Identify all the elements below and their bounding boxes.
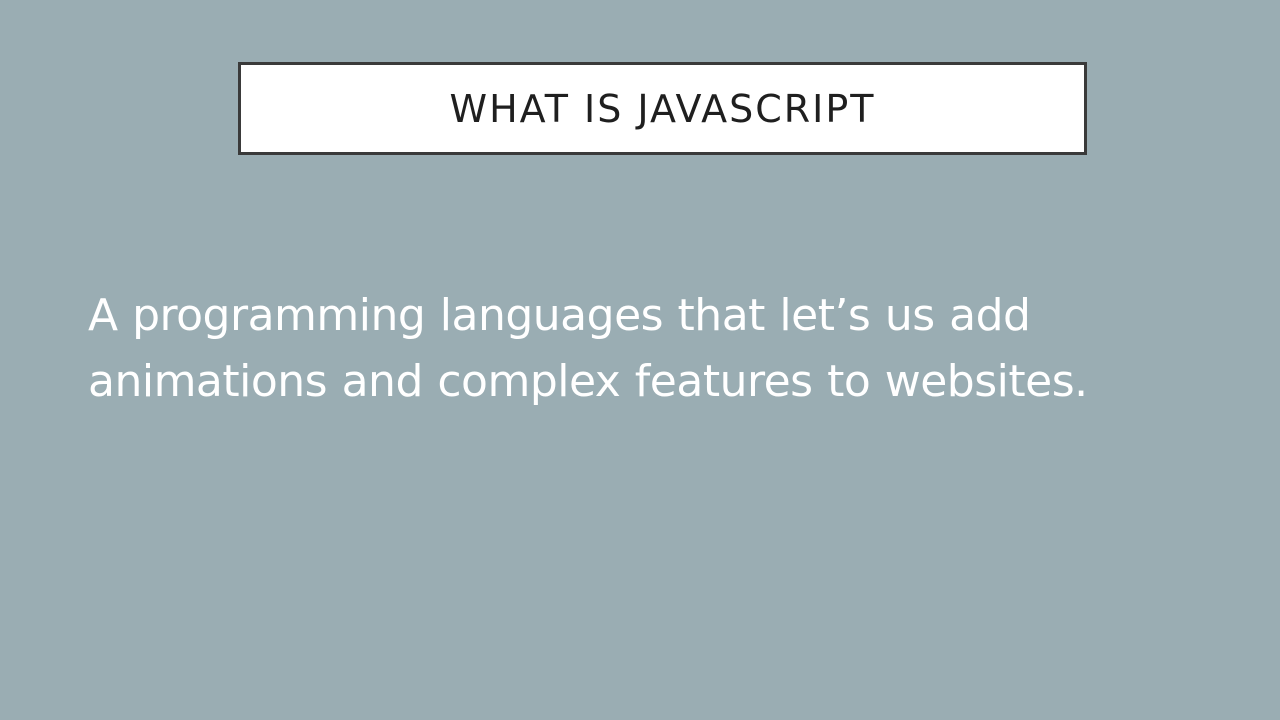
slide-body-text: A programming languages that let’s us ad… — [88, 290, 1088, 407]
slide-title: WHAT IS JAVASCRIPT — [449, 86, 876, 131]
slide: WHAT IS JAVASCRIPT A programming languag… — [0, 0, 1280, 720]
title-box: WHAT IS JAVASCRIPT — [238, 62, 1087, 155]
